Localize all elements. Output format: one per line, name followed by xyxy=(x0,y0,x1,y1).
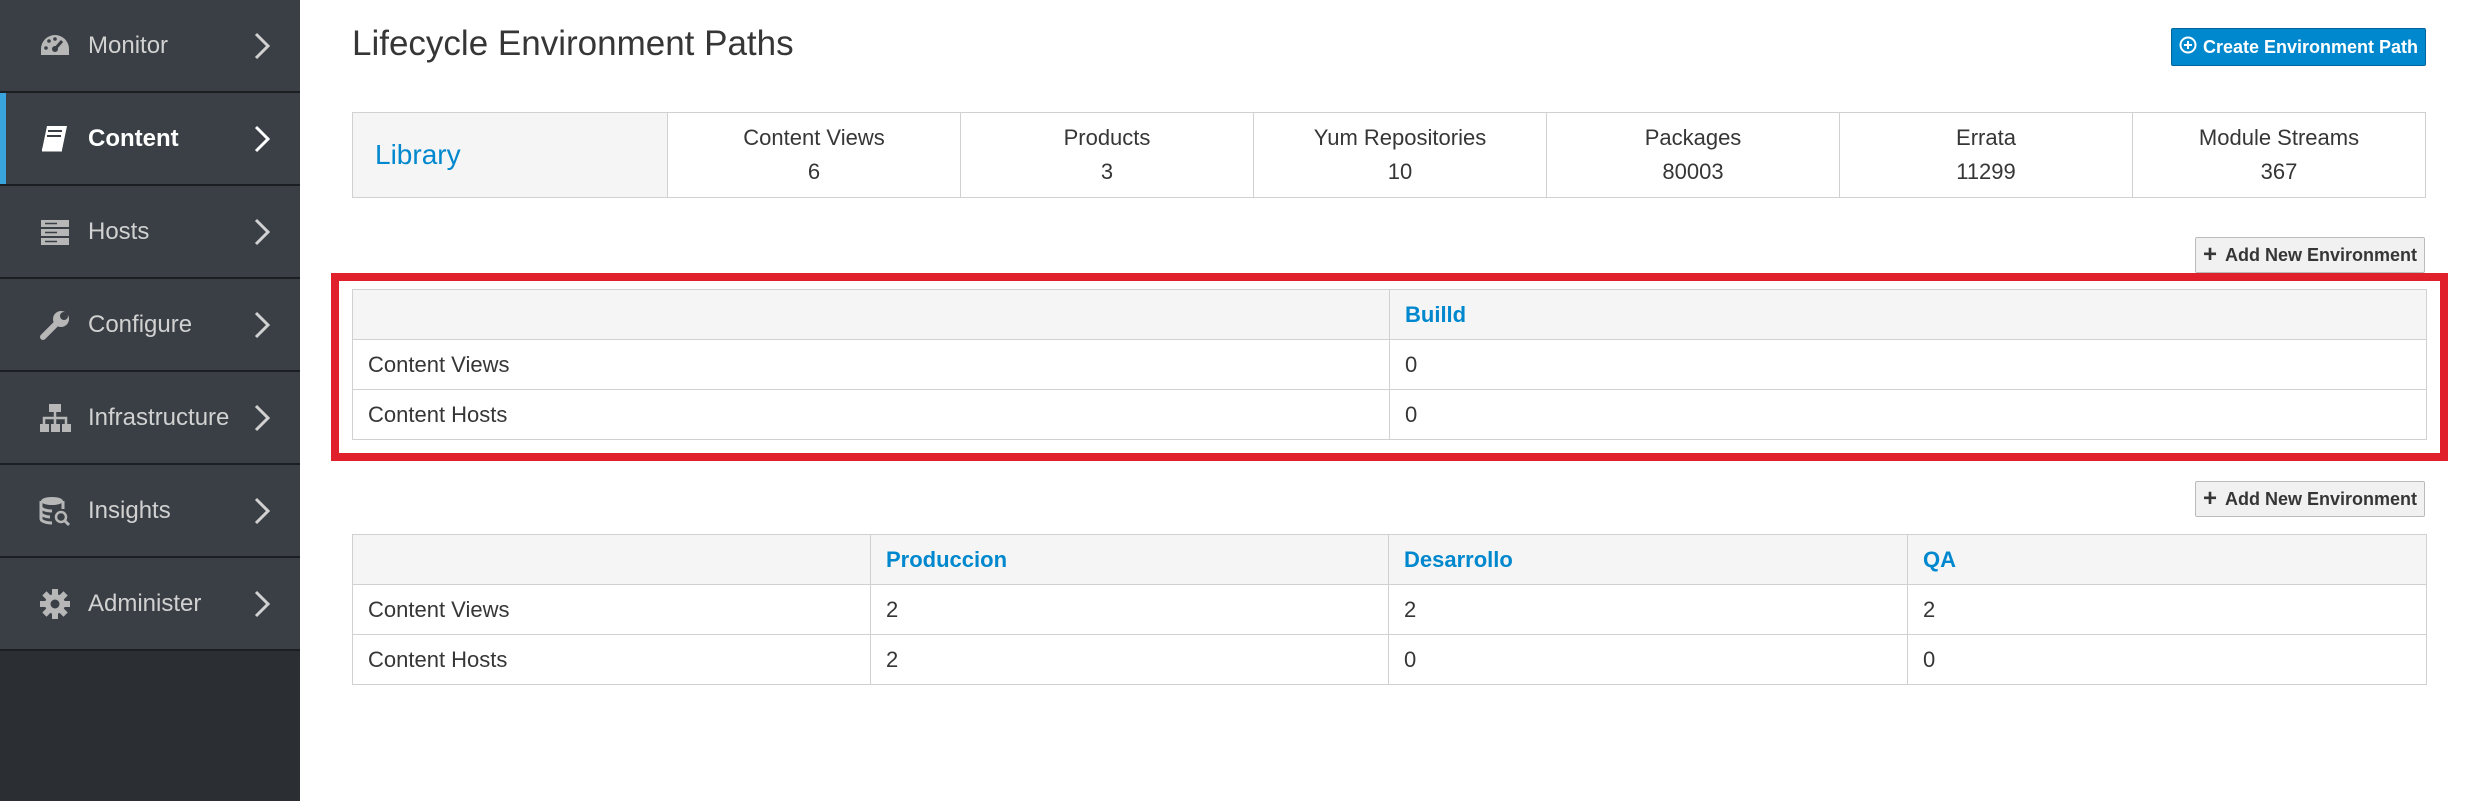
sidebar-item-label: Hosts xyxy=(88,217,150,245)
table-row: Content Hosts 0 xyxy=(352,389,2427,440)
add-new-environment-label: Add New Environment xyxy=(2225,488,2418,509)
table-cell: 2 xyxy=(870,634,1389,685)
sidebar-item-label: Administer xyxy=(88,589,202,617)
gear-icon xyxy=(38,587,72,621)
sidebar-item-label: Monitor xyxy=(88,31,169,59)
add-new-environment-label: Add New Environment xyxy=(2225,244,2418,265)
stat-value: 80003 xyxy=(1662,159,1724,184)
stat-label: Content Views xyxy=(743,125,885,150)
dashboard-icon xyxy=(38,29,72,63)
wrench-icon xyxy=(38,308,72,342)
plus-icon: + xyxy=(2202,241,2217,268)
library-link[interactable]: Library xyxy=(353,113,668,197)
chevron-right-icon xyxy=(252,31,272,61)
table-header-row: Produccion Desarrollo QA xyxy=(352,534,2427,585)
stat-products: Products 3 xyxy=(961,113,1254,197)
database-search-icon xyxy=(38,494,72,528)
table-header-row: Builld xyxy=(352,289,2427,340)
sidebar-item-label: Insights xyxy=(88,496,171,524)
sidebar-item-label: Configure xyxy=(88,310,193,338)
sidebar-item-label: Infrastructure xyxy=(88,403,230,431)
table-cell: 0 xyxy=(1907,634,2427,685)
sidebar: Monitor Content Hosts Configure Infrastr… xyxy=(0,0,300,801)
environment-link[interactable]: Desarrollo xyxy=(1388,534,1908,585)
sidebar-item-insights[interactable]: Insights xyxy=(0,465,300,558)
sidebar-item-administer[interactable]: Administer xyxy=(0,558,300,651)
stat-module-streams: Module Streams 367 xyxy=(2133,113,2425,197)
stat-value: 10 xyxy=(1387,159,1413,184)
environment-path-table: Builld Content Views 0 Content Hosts 0 xyxy=(352,289,2427,440)
table-header-cell xyxy=(352,289,1390,340)
row-label: Content Views xyxy=(352,584,871,635)
environment-link[interactable]: Builld xyxy=(1389,289,2427,340)
stat-value: 11299 xyxy=(1956,159,2016,184)
sidebar-item-monitor[interactable]: Monitor xyxy=(0,0,300,93)
table-cell: 2 xyxy=(1388,584,1908,635)
environment-path-table: Produccion Desarrollo QA Content Views 2… xyxy=(352,534,2427,685)
stat-packages: Packages 80003 xyxy=(1547,113,1840,197)
table-header-cell xyxy=(352,534,871,585)
add-new-environment-button[interactable]: + Add New Environment xyxy=(2195,237,2425,273)
row-label: Content Hosts xyxy=(352,389,1390,440)
library-summary: Library Content Views 6 Products 3 Yum R… xyxy=(352,112,2426,198)
table-cell: 0 xyxy=(1389,339,2427,390)
table-cell: 0 xyxy=(1388,634,1908,685)
add-new-environment-button[interactable]: + Add New Environment xyxy=(2195,481,2425,517)
plus-circle-icon xyxy=(2179,36,2197,59)
table-cell: 2 xyxy=(1907,584,2427,635)
sidebar-item-content[interactable]: Content xyxy=(0,93,300,186)
table-cell: 0 xyxy=(1389,389,2427,440)
environment-link[interactable]: Produccion xyxy=(870,534,1389,585)
row-label: Content Hosts xyxy=(352,634,871,685)
chevron-right-icon xyxy=(252,310,272,340)
page-title: Lifecycle Environment Paths xyxy=(352,24,794,63)
chevron-right-icon xyxy=(252,403,272,433)
environment-link[interactable]: QA xyxy=(1907,534,2427,585)
network-icon xyxy=(38,401,72,435)
chevron-right-icon xyxy=(252,217,272,247)
stat-label: Errata xyxy=(1956,125,2016,150)
sidebar-item-infrastructure[interactable]: Infrastructure xyxy=(0,372,300,465)
stat-value: 6 xyxy=(807,159,821,184)
stat-yum-repositories: Yum Repositories 10 xyxy=(1254,113,1547,197)
stat-label: Packages xyxy=(1644,125,1742,150)
sidebar-item-label: Content xyxy=(88,124,179,152)
stat-value: 3 xyxy=(1100,159,1114,184)
server-icon xyxy=(38,215,72,249)
stat-value: 367 xyxy=(2260,159,2298,184)
table-row: Content Views 0 xyxy=(352,339,2427,390)
chevron-right-icon xyxy=(252,589,272,619)
table-row: Content Views 2 2 2 xyxy=(352,584,2427,635)
row-label: Content Views xyxy=(352,339,1390,390)
stat-label: Module Streams xyxy=(2198,125,2360,150)
table-row: Content Hosts 2 0 0 xyxy=(352,634,2427,685)
plus-icon: + xyxy=(2202,485,2217,512)
book-icon xyxy=(38,122,72,156)
sidebar-item-configure[interactable]: Configure xyxy=(0,279,300,372)
table-cell: 2 xyxy=(870,584,1389,635)
stat-label: Products xyxy=(1063,125,1151,150)
create-environment-path-button[interactable]: Create Environment Path xyxy=(2171,28,2426,66)
chevron-right-icon xyxy=(252,496,272,526)
stat-content-views: Content Views 6 xyxy=(668,113,961,197)
sidebar-item-hosts[interactable]: Hosts xyxy=(0,186,300,279)
stat-errata: Errata 11299 xyxy=(1840,113,2133,197)
chevron-right-icon xyxy=(252,124,272,154)
stat-label: Yum Repositories xyxy=(1313,125,1487,150)
create-environment-path-label: Create Environment Path xyxy=(2202,36,2419,57)
